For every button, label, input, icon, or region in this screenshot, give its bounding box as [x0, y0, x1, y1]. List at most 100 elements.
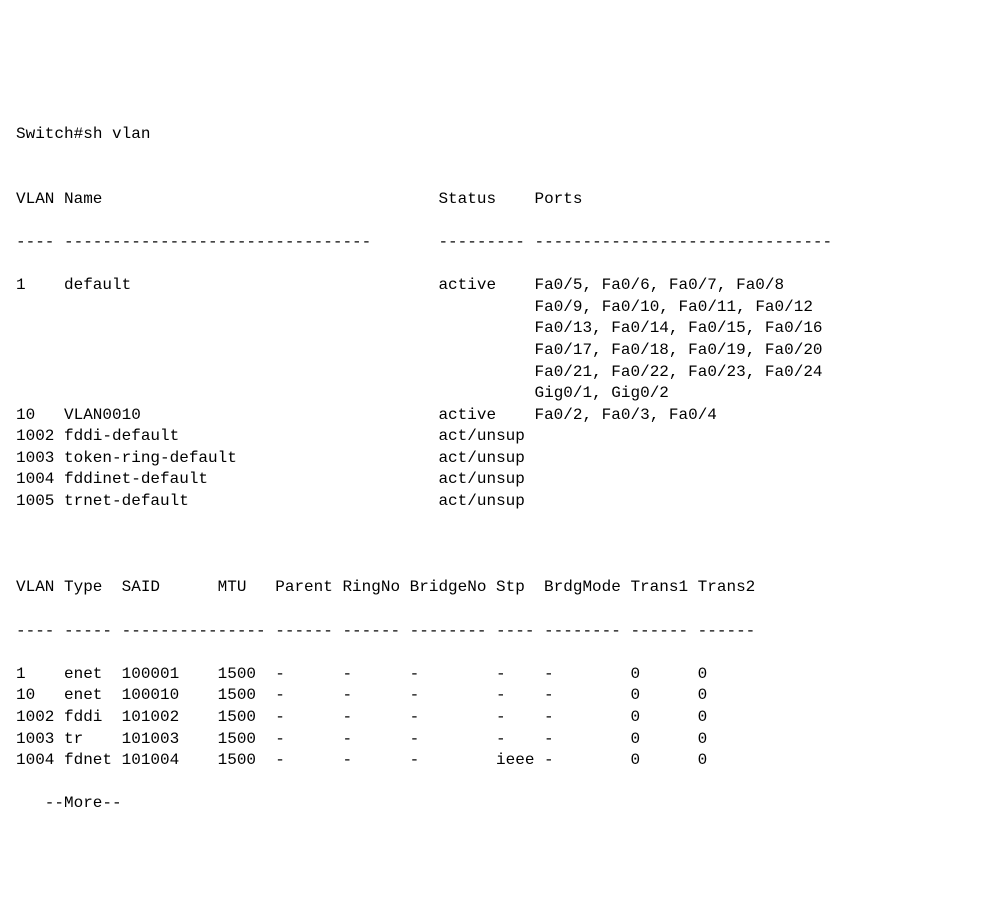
ports-continuation: Fa0/9, Fa0/10, Fa0/11, Fa0/12	[534, 297, 984, 319]
ports-continuation: Fa0/13, Fa0/14, Fa0/15, Fa0/16	[534, 318, 984, 340]
cell-trans1: 0	[630, 729, 697, 751]
cell-type: enet	[64, 685, 122, 707]
detail-row: 1003tr1010031500-----00	[16, 729, 984, 751]
vlan-table-header: VLANNameStatusPorts	[16, 189, 984, 211]
vlan-row: 1005trnet-defaultact/unsup	[16, 491, 984, 513]
cell-mtu: 1500	[218, 664, 276, 686]
detail-row: 10enet1000101500-----00	[16, 685, 984, 707]
cell-said: 101004	[122, 750, 218, 772]
cell-trans1: 0	[630, 664, 697, 686]
cell-stp: -	[496, 685, 544, 707]
vlan-table-divider: ----------------------------------------…	[16, 232, 984, 254]
cell-vlan: 1	[16, 664, 64, 686]
cell-trans2: 0	[698, 664, 765, 686]
cell-name: trnet-default	[64, 491, 438, 513]
cell-parent: -	[275, 729, 342, 751]
ports-continuation: Gig0/1, Gig0/2	[534, 383, 984, 405]
more-prompt[interactable]: --More--	[45, 794, 122, 812]
cell-trans1: 0	[630, 707, 697, 729]
hdr-ports: Ports	[534, 189, 918, 211]
cell-status: act/unsup	[438, 426, 534, 448]
hdr-status: Status	[438, 189, 534, 211]
cell-ringno: -	[342, 685, 409, 707]
cell-said: 100010	[122, 685, 218, 707]
cell-mtu: 1500	[218, 750, 276, 772]
cell-type: fddi	[64, 707, 122, 729]
cell-mtu: 1500	[218, 707, 276, 729]
cell-bridgeno: -	[410, 729, 496, 751]
cell-parent: -	[275, 685, 342, 707]
cell-name: token-ring-default	[64, 448, 438, 470]
terminal-output: Switch#sh vlan VLANNameStatusPorts -----…	[16, 102, 984, 815]
cell-ports: Fa0/5, Fa0/6, Fa0/7, Fa0/8	[534, 275, 918, 297]
cell-vlan: 1005	[16, 491, 64, 513]
cell-vlan: 1003	[16, 448, 64, 470]
detail-row: 1enet1000011500-----00	[16, 664, 984, 686]
cell-ringno: -	[342, 664, 409, 686]
cell-brdgmode: -	[544, 664, 630, 686]
cell-parent: -	[275, 707, 342, 729]
cell-mtu: 1500	[218, 729, 276, 751]
cell-vlan: 1002	[16, 707, 64, 729]
cell-stp: -	[496, 664, 544, 686]
ports-continuation: Fa0/17, Fa0/18, Fa0/19, Fa0/20	[534, 340, 984, 362]
cell-vlan: 1002	[16, 426, 64, 448]
cell-brdgmode: -	[544, 729, 630, 751]
cell-trans2: 0	[698, 685, 765, 707]
vlan-row: 1defaultactiveFa0/5, Fa0/6, Fa0/7, Fa0/8	[16, 275, 984, 297]
cell-bridgeno: -	[410, 750, 496, 772]
cell-vlan: 1	[16, 275, 64, 297]
cell-type: tr	[64, 729, 122, 751]
detail-row: 1002fddi1010021500-----00	[16, 707, 984, 729]
cell-trans2: 0	[698, 707, 765, 729]
hdr-vlan: VLAN	[16, 189, 64, 211]
cell-stp: -	[496, 729, 544, 751]
cell-status: active	[438, 275, 534, 297]
cell-status: act/unsup	[438, 491, 534, 513]
cell-bridgeno: -	[410, 664, 496, 686]
cell-bridgeno: -	[410, 685, 496, 707]
cell-trans1: 0	[630, 685, 697, 707]
cell-status: act/unsup	[438, 448, 534, 470]
cell-name: fddi-default	[64, 426, 438, 448]
cell-stp: ieee	[496, 750, 544, 772]
hdr-name: Name	[64, 189, 438, 211]
ports-continuation: Fa0/21, Fa0/22, Fa0/23, Fa0/24	[534, 362, 984, 384]
cell-status: act/unsup	[438, 469, 534, 491]
cell-brdgmode: -	[544, 707, 630, 729]
detail-table-header: VLANTypeSAIDMTUParentRingNoBridgeNoStpBr…	[16, 577, 984, 599]
cell-trans1: 0	[630, 750, 697, 772]
cell-vlan: 1004	[16, 750, 64, 772]
cell-ringno: -	[342, 729, 409, 751]
vlan-row: 1003token-ring-defaultact/unsup	[16, 448, 984, 470]
vlan-row: 1002fddi-defaultact/unsup	[16, 426, 984, 448]
detail-row: 1004fdnet1010041500---ieee-00	[16, 750, 984, 772]
cell-type: fdnet	[64, 750, 122, 772]
cell-said: 101002	[122, 707, 218, 729]
cell-trans2: 0	[698, 750, 765, 772]
cell-said: 100001	[122, 664, 218, 686]
vlan-row: 1004fddinet-defaultact/unsup	[16, 469, 984, 491]
cell-mtu: 1500	[218, 685, 276, 707]
vlan-row: 10VLAN0010activeFa0/2, Fa0/3, Fa0/4	[16, 405, 984, 427]
cell-said: 101003	[122, 729, 218, 751]
cell-brdgmode: -	[544, 750, 630, 772]
cell-name: default	[64, 275, 438, 297]
cell-vlan: 1003	[16, 729, 64, 751]
cell-status: active	[438, 405, 534, 427]
cell-vlan: 10	[16, 405, 64, 427]
cell-ports: Fa0/2, Fa0/3, Fa0/4	[534, 405, 918, 427]
cell-bridgeno: -	[410, 707, 496, 729]
cell-brdgmode: -	[544, 685, 630, 707]
cell-stp: -	[496, 707, 544, 729]
command-line: Switch#sh vlan	[16, 125, 150, 143]
cell-ringno: -	[342, 750, 409, 772]
cell-type: enet	[64, 664, 122, 686]
detail-table-divider: ----------------------------------------…	[16, 621, 984, 643]
cell-ringno: -	[342, 707, 409, 729]
cell-vlan: 10	[16, 685, 64, 707]
cell-trans2: 0	[698, 729, 765, 751]
cell-vlan: 1004	[16, 469, 64, 491]
cell-parent: -	[275, 664, 342, 686]
cell-name: VLAN0010	[64, 405, 438, 427]
